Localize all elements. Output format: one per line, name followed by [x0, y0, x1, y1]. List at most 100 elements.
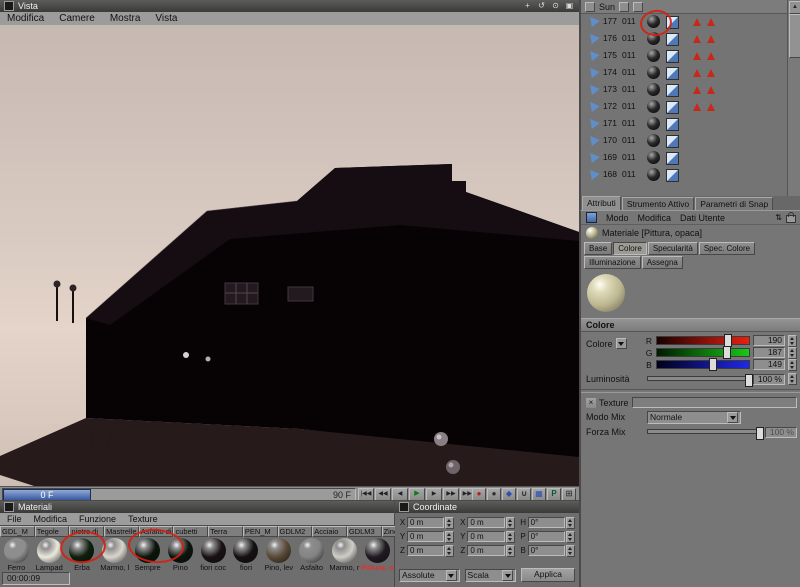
clear-texture-button[interactable]: ×	[586, 397, 596, 408]
material-sphere-icon[interactable]	[647, 83, 660, 96]
materials-titlebar[interactable]: Materiali	[0, 501, 394, 513]
material-label[interactable]: GDLM3	[346, 526, 382, 537]
material-label[interactable]: Terra	[208, 526, 243, 537]
material-thumb[interactable]	[0, 537, 33, 563]
mode-select[interactable]: Assolute	[399, 568, 460, 582]
value-stepper[interactable]	[565, 530, 575, 543]
tab-specularita[interactable]: Specularità	[647, 242, 698, 255]
key-triangle-icon[interactable]	[707, 18, 715, 26]
material-sphere-icon[interactable]	[647, 117, 660, 130]
material-label[interactable]: Tegole	[34, 526, 70, 537]
material-name[interactable]: Asfalto	[295, 563, 328, 573]
coordinate-field[interactable]: 0°	[527, 517, 565, 528]
key-triangle-icon[interactable]	[693, 18, 701, 26]
tab-base[interactable]: Base	[584, 242, 613, 255]
menu-file[interactable]: File	[7, 514, 22, 524]
material-sphere[interactable]	[364, 537, 390, 563]
object-name[interactable]: Sun	[599, 2, 615, 12]
viewport-titlebar[interactable]: Vista + ↺ ⊙ ▣	[0, 0, 579, 12]
viewport-3d-scene[interactable]	[0, 25, 579, 486]
material-sphere[interactable]	[36, 537, 62, 563]
menu-camere[interactable]: Camere	[59, 13, 95, 24]
material-sphere[interactable]	[266, 537, 292, 563]
material-preview[interactable]	[587, 274, 627, 314]
material-sphere-icon[interactable]	[647, 168, 660, 181]
menu-funzione[interactable]: Funzione	[79, 514, 116, 524]
material-sphere-icon[interactable]	[647, 66, 660, 79]
tab-assegna[interactable]: Assegna	[641, 256, 683, 269]
keyframe-row[interactable]: 170 011	[581, 132, 788, 149]
material-label[interactable]: GDLM2	[277, 526, 313, 537]
pan-icon[interactable]: +	[522, 1, 533, 11]
scrollbar[interactable]: ▲	[787, 0, 800, 196]
chevron-down-icon[interactable]	[727, 411, 738, 423]
mix-mode-select[interactable]: Normale	[647, 410, 741, 424]
key-triangle-icon[interactable]	[693, 69, 701, 77]
value-stepper[interactable]	[505, 516, 515, 529]
chevron-down-icon[interactable]	[615, 338, 627, 349]
material-name[interactable]: Marmo, r	[328, 563, 361, 573]
key-triangle-icon[interactable]	[693, 52, 701, 60]
tab-parametri-di-snap[interactable]: Parametri di Snap	[695, 197, 774, 210]
coordinate-titlebar[interactable]: Coordinate	[395, 501, 579, 513]
texture-tag-icon[interactable]	[666, 101, 679, 114]
section-header[interactable]: Colore	[581, 318, 800, 332]
layer-icon[interactable]	[585, 1, 595, 12]
menu-mostra[interactable]: Mostra	[110, 13, 141, 24]
red-slider[interactable]	[656, 334, 750, 347]
zoom-icon[interactable]: ⊙	[550, 1, 561, 11]
key-triangle-icon[interactable]	[693, 35, 701, 43]
material-name[interactable]: Pino	[164, 563, 197, 573]
keyframe-row[interactable]: 177 011	[581, 13, 788, 30]
material-name[interactable]: fiori	[230, 563, 263, 573]
chevron-down-icon[interactable]	[502, 569, 513, 581]
blue-slider[interactable]	[656, 358, 750, 371]
coordinate-field[interactable]: 0°	[527, 545, 565, 556]
orbit-icon[interactable]: ↺	[536, 1, 547, 11]
material-sphere-icon[interactable]	[647, 134, 660, 147]
key-triangle-icon[interactable]	[707, 69, 715, 77]
texture-tag-icon[interactable]	[666, 135, 679, 148]
navigate-icon[interactable]	[586, 212, 597, 223]
material-name[interactable]: Erba	[66, 563, 99, 573]
material-name[interactable]: fiori coc	[197, 563, 230, 573]
value-stepper[interactable]	[565, 544, 575, 557]
value-stepper[interactable]	[505, 530, 515, 543]
blue-value[interactable]: 149	[753, 359, 785, 370]
material-thumb[interactable]	[262, 537, 295, 563]
material-name[interactable]: Marmo, l	[98, 563, 131, 573]
material-thumb[interactable]	[328, 537, 361, 563]
slider-knob[interactable]	[744, 373, 753, 387]
tab-illuminazione[interactable]: Illuminazione	[584, 256, 641, 269]
scrollbar-thumb[interactable]	[789, 14, 800, 58]
menu-modo[interactable]: Modo	[606, 213, 629, 223]
keyframe-row[interactable]: 168 011	[581, 166, 788, 183]
value-stepper[interactable]	[788, 358, 797, 371]
texture-tag-icon[interactable]	[666, 169, 679, 182]
tab-attributi[interactable]: Attributi	[582, 196, 621, 210]
value-stepper[interactable]	[788, 334, 797, 347]
key-triangle-icon[interactable]	[707, 103, 715, 111]
clock-icon[interactable]	[633, 1, 644, 12]
coordinate-field[interactable]: 0 m	[467, 545, 505, 556]
key-triangle-icon[interactable]	[693, 86, 701, 94]
red-value[interactable]: 190	[753, 335, 785, 346]
keyframe-row[interactable]: 174 011	[581, 64, 788, 81]
key-icon[interactable]	[619, 1, 630, 12]
key-triangle-icon[interactable]	[693, 103, 701, 111]
value-stepper[interactable]	[445, 516, 455, 529]
material-sphere-icon[interactable]	[647, 151, 660, 164]
material-sphere-icon[interactable]	[647, 49, 660, 62]
history-icon[interactable]: ⇅	[775, 213, 782, 223]
coordinate-field[interactable]: 0 m	[467, 517, 505, 528]
material-label[interactable]: Acciaio	[312, 526, 347, 537]
material-sphere[interactable]	[233, 537, 259, 563]
material-label[interactable]: GDL_M	[0, 526, 35, 537]
material-thumb[interactable]	[295, 537, 328, 563]
material-name[interactable]: Sempre	[131, 563, 164, 573]
apply-button[interactable]: Applica	[521, 568, 575, 582]
value-stepper[interactable]	[445, 530, 455, 543]
keyframe-row[interactable]: 172 011	[581, 98, 788, 115]
maximize-icon[interactable]: ▣	[564, 1, 575, 11]
texture-tag-icon[interactable]	[666, 50, 679, 63]
